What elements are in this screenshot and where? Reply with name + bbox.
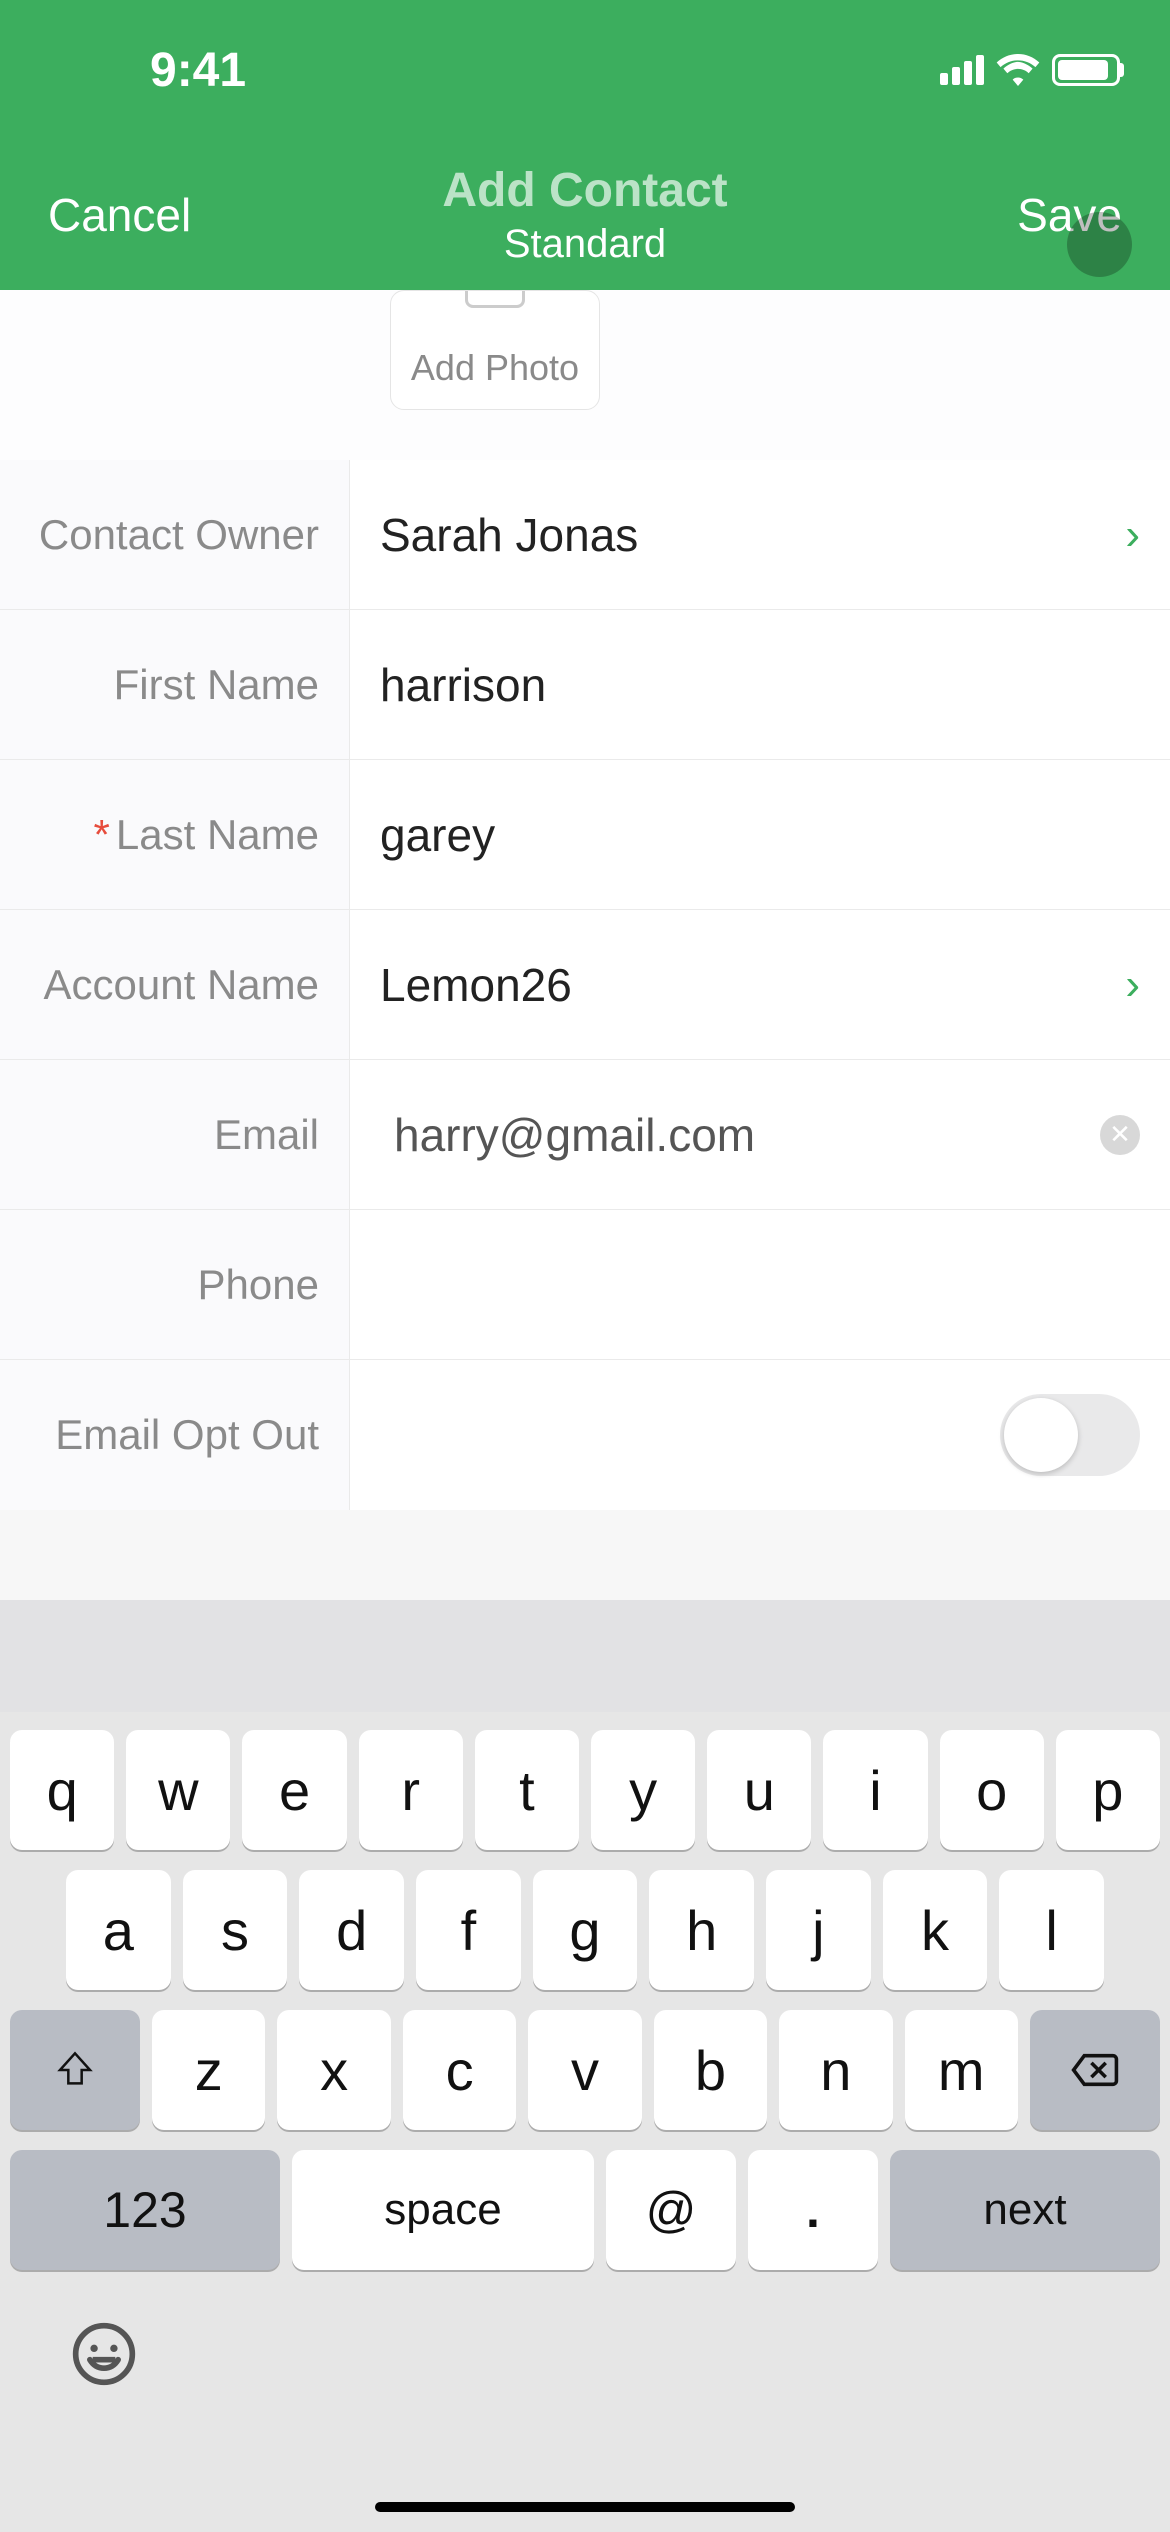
key-o[interactable]: o xyxy=(940,1730,1044,1850)
account-name-row[interactable]: Account Name Lemon26 › xyxy=(0,910,1170,1060)
phone-label: Phone xyxy=(0,1210,350,1359)
form-area: Add Photo Contact Owner Sarah Jonas › Fi… xyxy=(0,290,1170,1510)
last-name-label: *Last Name xyxy=(0,760,350,909)
email-row[interactable]: Email ✕ xyxy=(0,1060,1170,1210)
key-z[interactable]: z xyxy=(152,2010,265,2130)
email-opt-out-toggle[interactable] xyxy=(1000,1394,1140,1476)
status-bar: 9:41 xyxy=(0,0,1170,140)
emoji-button[interactable] xyxy=(70,2320,138,2402)
phone-row[interactable]: Phone xyxy=(0,1210,1170,1360)
clear-email-button[interactable]: ✕ xyxy=(1100,1115,1140,1155)
key-h[interactable]: h xyxy=(649,1870,754,1990)
chevron-right-icon: › xyxy=(1125,510,1140,560)
nav-title-group: Add Contact Standard xyxy=(442,162,727,268)
key-at[interactable]: @ xyxy=(606,2150,736,2270)
contact-owner-label: Contact Owner xyxy=(0,460,350,609)
wifi-icon xyxy=(996,54,1040,86)
key-shift[interactable] xyxy=(10,2010,140,2130)
key-q[interactable]: q xyxy=(10,1730,114,1850)
first-name-label: First Name xyxy=(0,610,350,759)
key-m[interactable]: m xyxy=(905,2010,1018,2130)
touch-indicator xyxy=(1067,212,1132,277)
keyboard-row-1: q w e r t y u i o p xyxy=(10,1730,1160,1850)
key-p[interactable]: p xyxy=(1056,1730,1160,1850)
contact-owner-row[interactable]: Contact Owner Sarah Jonas › xyxy=(0,460,1170,610)
key-dot[interactable]: . xyxy=(748,2150,878,2270)
contact-owner-value: Sarah Jonas xyxy=(380,508,638,562)
key-t[interactable]: t xyxy=(475,1730,579,1850)
last-name-input[interactable] xyxy=(380,808,1140,862)
key-n[interactable]: n xyxy=(779,2010,892,2130)
first-name-input[interactable] xyxy=(380,658,1140,712)
status-icons xyxy=(940,54,1120,86)
keyboard-row-4: 123 space @ . next xyxy=(10,2150,1160,2270)
key-f[interactable]: f xyxy=(416,1870,521,1990)
key-c[interactable]: c xyxy=(403,2010,516,2130)
key-x[interactable]: x xyxy=(277,2010,390,2130)
signal-icon xyxy=(940,55,984,85)
status-time: 9:41 xyxy=(50,43,246,98)
last-name-row[interactable]: *Last Name xyxy=(0,760,1170,910)
email-opt-out-label: Email Opt Out xyxy=(0,1360,350,1510)
keyboard-row-2: a s d f g h j k l xyxy=(10,1870,1160,1990)
key-i[interactable]: i xyxy=(823,1730,927,1850)
email-input[interactable] xyxy=(380,1108,1140,1162)
key-next[interactable]: next xyxy=(890,2150,1160,2270)
keyboard-row-3: z x c v b n m xyxy=(10,2010,1160,2130)
save-button[interactable]: Save xyxy=(1017,188,1122,242)
key-e[interactable]: e xyxy=(242,1730,346,1850)
key-y[interactable]: y xyxy=(591,1730,695,1850)
key-123[interactable]: 123 xyxy=(10,2150,280,2270)
key-space[interactable]: space xyxy=(292,2150,594,2270)
key-b[interactable]: b xyxy=(654,2010,767,2130)
camera-icon xyxy=(465,290,525,308)
phone-input[interactable] xyxy=(380,1258,1140,1312)
email-label: Email xyxy=(0,1060,350,1209)
key-g[interactable]: g xyxy=(533,1870,638,1990)
key-a[interactable]: a xyxy=(66,1870,171,1990)
nav-subtitle: Standard xyxy=(442,220,727,268)
key-u[interactable]: u xyxy=(707,1730,811,1850)
key-j[interactable]: j xyxy=(766,1870,871,1990)
battery-icon xyxy=(1052,54,1120,86)
chevron-right-icon: › xyxy=(1125,960,1140,1010)
cancel-button[interactable]: Cancel xyxy=(48,188,191,242)
add-photo-label: Add Photo xyxy=(411,347,579,389)
add-photo-button[interactable]: Add Photo xyxy=(390,290,600,410)
first-name-row[interactable]: First Name xyxy=(0,610,1170,760)
home-indicator[interactable] xyxy=(375,2502,795,2512)
key-r[interactable]: r xyxy=(359,1730,463,1850)
key-l[interactable]: l xyxy=(999,1870,1104,1990)
keyboard-suggestions xyxy=(0,1600,1170,1712)
email-opt-out-row: Email Opt Out xyxy=(0,1360,1170,1510)
key-backspace[interactable] xyxy=(1030,2010,1160,2130)
key-v[interactable]: v xyxy=(528,2010,641,2130)
key-s[interactable]: s xyxy=(183,1870,288,1990)
nav-title: Add Contact xyxy=(442,162,727,220)
nav-bar: Cancel Add Contact Standard Save xyxy=(0,140,1170,290)
key-k[interactable]: k xyxy=(883,1870,988,1990)
account-name-value: Lemon26 xyxy=(380,958,572,1012)
key-d[interactable]: d xyxy=(299,1870,404,1990)
account-name-label: Account Name xyxy=(0,910,350,1059)
key-w[interactable]: w xyxy=(126,1730,230,1850)
keyboard-area: q w e r t y u i o p a s d f g h j k l z … xyxy=(0,1600,1170,2532)
